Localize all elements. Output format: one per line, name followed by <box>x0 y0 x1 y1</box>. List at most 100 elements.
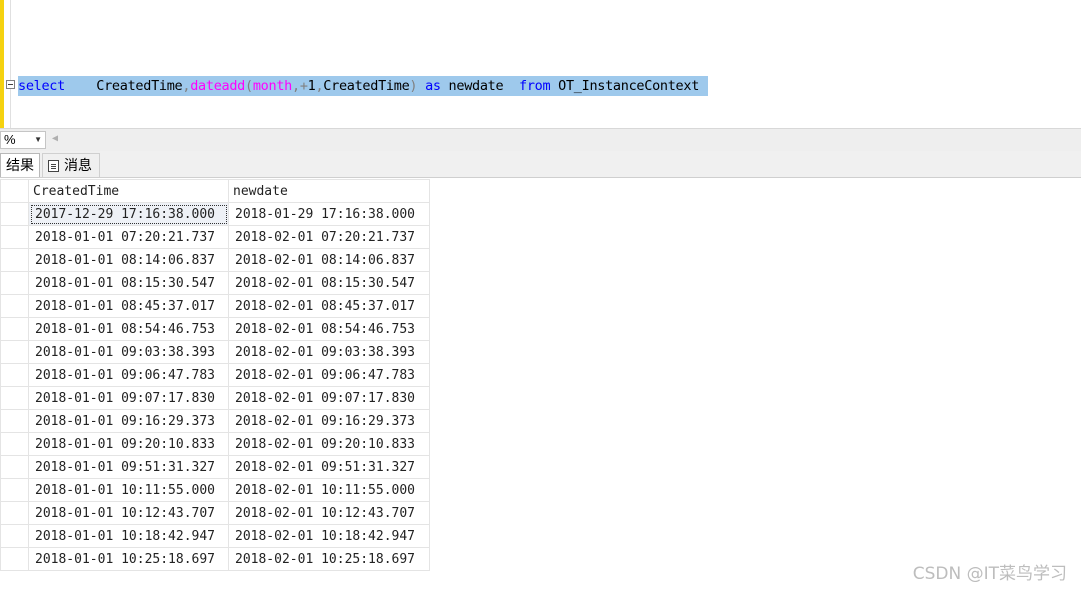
table-row[interactable]: 2018-01-01 10:11:55.000 2018-02-01 10:11:… <box>0 478 430 502</box>
zoom-value: % <box>4 132 16 147</box>
row-header-corner[interactable] <box>0 179 29 203</box>
tab-results[interactable]: 结果 <box>0 153 40 177</box>
sql-token: CreatedTime <box>96 78 183 94</box>
sql-token: OT_InstanceContext <box>550 78 700 94</box>
cell-createdtime[interactable]: 2018-01-01 10:11:55.000 <box>28 478 229 502</box>
row-header[interactable] <box>0 432 29 456</box>
row-header[interactable] <box>0 294 29 318</box>
tab-messages-label: 消息 <box>64 157 92 173</box>
cell-createdtime[interactable]: 2018-01-01 08:45:37.017 <box>28 294 229 318</box>
table-row[interactable]: 2018-01-01 09:03:38.393 2018-02-01 09:03:… <box>0 340 430 364</box>
column-header-createdtime[interactable]: CreatedTime <box>28 179 229 203</box>
tab-results-label: 结果 <box>6 157 34 173</box>
row-header[interactable] <box>0 455 29 479</box>
table-row[interactable]: 2017-12-29 17:16:38.000 2018-01-29 17:16:… <box>0 202 430 226</box>
cell-createdtime[interactable]: 2018-01-01 09:20:10.833 <box>28 432 229 456</box>
row-header[interactable] <box>0 202 29 226</box>
row-header[interactable] <box>0 363 29 387</box>
row-header[interactable] <box>0 547 29 571</box>
row-header[interactable] <box>0 317 29 341</box>
cell-newdate[interactable]: 2018-02-01 09:51:31.327 <box>228 455 430 479</box>
table-row[interactable]: 2018-01-01 09:06:47.783 2018-02-01 09:06:… <box>0 363 430 387</box>
sql-token: as <box>425 78 441 94</box>
sql-token: select <box>18 78 65 94</box>
sql-token: ) <box>409 78 426 94</box>
table-row[interactable]: 2018-01-01 09:16:29.373 2018-02-01 09:16:… <box>0 409 430 433</box>
tab-messages[interactable]: 消息 <box>42 153 100 177</box>
results-tab-bar: 结果 消息 <box>0 151 1081 178</box>
grid-header-row: CreatedTime newdate <box>0 179 430 203</box>
cell-newdate[interactable]: 2018-02-01 08:54:46.753 <box>228 317 430 341</box>
zoom-bar: % ▼ ◀ <box>0 128 1081 151</box>
sql-token: CreatedTime <box>323 78 410 94</box>
sql-token: dateadd <box>190 78 246 94</box>
cell-newdate[interactable]: 2018-02-01 09:07:17.830 <box>228 386 430 410</box>
sql-token: newdate <box>440 78 519 94</box>
cell-newdate[interactable]: 2018-02-01 09:03:38.393 <box>228 340 430 364</box>
table-row[interactable]: 2018-01-01 10:12:43.707 2018-02-01 10:12:… <box>0 501 430 525</box>
sql-token: + <box>299 78 308 94</box>
row-header[interactable] <box>0 248 29 272</box>
row-header[interactable] <box>0 225 29 249</box>
zoom-select[interactable]: % ▼ <box>0 131 46 149</box>
cell-createdtime[interactable]: 2018-01-01 10:12:43.707 <box>28 501 229 525</box>
cell-createdtime[interactable]: 2018-01-01 10:25:18.697 <box>28 547 229 571</box>
sql-token: from <box>519 78 551 94</box>
row-header[interactable] <box>0 386 29 410</box>
change-indicator-bar <box>0 0 4 128</box>
collapse-icon[interactable] <box>6 80 15 89</box>
cell-newdate[interactable]: 2018-02-01 09:06:47.783 <box>228 363 430 387</box>
cell-createdtime[interactable]: 2018-01-01 08:14:06.837 <box>28 248 229 272</box>
table-row[interactable]: 2018-01-01 08:45:37.017 2018-02-01 08:45:… <box>0 294 430 318</box>
cell-newdate[interactable]: 2018-02-01 10:12:43.707 <box>228 501 430 525</box>
table-row[interactable]: 2018-01-01 10:25:18.697 2018-02-01 10:25:… <box>0 547 430 571</box>
row-header[interactable] <box>0 501 29 525</box>
cell-newdate[interactable]: 2018-02-01 10:18:42.947 <box>228 524 430 548</box>
cell-newdate[interactable]: 2018-02-01 10:11:55.000 <box>228 478 430 502</box>
table-row[interactable]: 2018-01-01 09:51:31.327 2018-02-01 09:51:… <box>0 455 430 479</box>
cell-newdate[interactable]: 2018-02-01 10:25:18.697 <box>228 547 430 571</box>
row-header[interactable] <box>0 524 29 548</box>
cell-createdtime[interactable]: 2018-01-01 10:18:42.947 <box>28 524 229 548</box>
cell-createdtime[interactable]: 2018-01-01 09:07:17.830 <box>28 386 229 410</box>
query-editor[interactable]: select CreatedTime,dateadd(month,+1,Crea… <box>0 0 1081 128</box>
sql-token: ( <box>245 78 253 94</box>
row-header[interactable] <box>0 271 29 295</box>
cell-createdtime[interactable]: 2018-01-01 09:16:29.373 <box>28 409 229 433</box>
row-header[interactable] <box>0 340 29 364</box>
table-row[interactable]: 2018-01-01 09:20:10.833 2018-02-01 09:20:… <box>0 432 430 456</box>
table-row[interactable]: 2018-01-01 09:07:17.830 2018-02-01 09:07:… <box>0 386 430 410</box>
messages-icon <box>48 160 59 172</box>
cell-newdate[interactable]: 2018-02-01 09:20:10.833 <box>228 432 430 456</box>
chevron-down-icon[interactable]: ▼ <box>34 136 42 144</box>
row-header[interactable] <box>0 478 29 502</box>
table-row[interactable]: 2018-01-01 08:14:06.837 2018-02-01 08:14:… <box>0 248 430 272</box>
cell-newdate[interactable]: 2018-02-01 08:15:30.547 <box>228 271 430 295</box>
cell-createdtime[interactable]: 2018-01-01 07:20:21.737 <box>28 225 229 249</box>
cell-newdate[interactable]: 2018-02-01 09:16:29.373 <box>228 409 430 433</box>
sql-token: , <box>291 78 300 94</box>
watermark: CSDN @IT菜鸟学习 <box>912 564 1067 584</box>
column-header-newdate[interactable]: newdate <box>228 179 430 203</box>
cell-createdtime[interactable]: 2018-01-01 09:51:31.327 <box>28 455 229 479</box>
table-row[interactable]: 2018-01-01 08:54:46.753 2018-02-01 08:54:… <box>0 317 430 341</box>
row-header[interactable] <box>0 409 29 433</box>
cell-createdtime[interactable]: 2018-01-01 09:03:38.393 <box>28 340 229 364</box>
table-row[interactable]: 2018-01-01 10:18:42.947 2018-02-01 10:18:… <box>0 524 430 548</box>
sql-token: month <box>252 78 292 94</box>
cell-createdtime[interactable]: 2018-01-01 08:15:30.547 <box>28 271 229 295</box>
results-grid[interactable]: CreatedTime newdate 2017-12-29 17:16:38.… <box>0 179 430 571</box>
table-row[interactable]: 2018-01-01 08:15:30.547 2018-02-01 08:15:… <box>0 271 430 295</box>
cell-newdate[interactable]: 2018-01-29 17:16:38.000 <box>228 202 430 226</box>
cell-createdtime[interactable]: 2017-12-29 17:16:38.000 <box>28 202 229 226</box>
cell-newdate[interactable]: 2018-02-01 07:20:21.737 <box>228 225 430 249</box>
table-row[interactable]: 2018-01-01 07:20:21.737 2018-02-01 07:20:… <box>0 225 430 249</box>
scroll-left-icon[interactable]: ◀ <box>52 133 58 145</box>
editor-gutter-line <box>10 0 11 128</box>
sql-statement-line[interactable]: select CreatedTime,dateadd(month,+1,Crea… <box>18 76 708 96</box>
cell-newdate[interactable]: 2018-02-01 08:14:06.837 <box>228 248 430 272</box>
cell-createdtime[interactable]: 2018-01-01 08:54:46.753 <box>28 317 229 341</box>
cell-createdtime[interactable]: 2018-01-01 09:06:47.783 <box>28 363 229 387</box>
cell-newdate[interactable]: 2018-02-01 08:45:37.017 <box>228 294 430 318</box>
